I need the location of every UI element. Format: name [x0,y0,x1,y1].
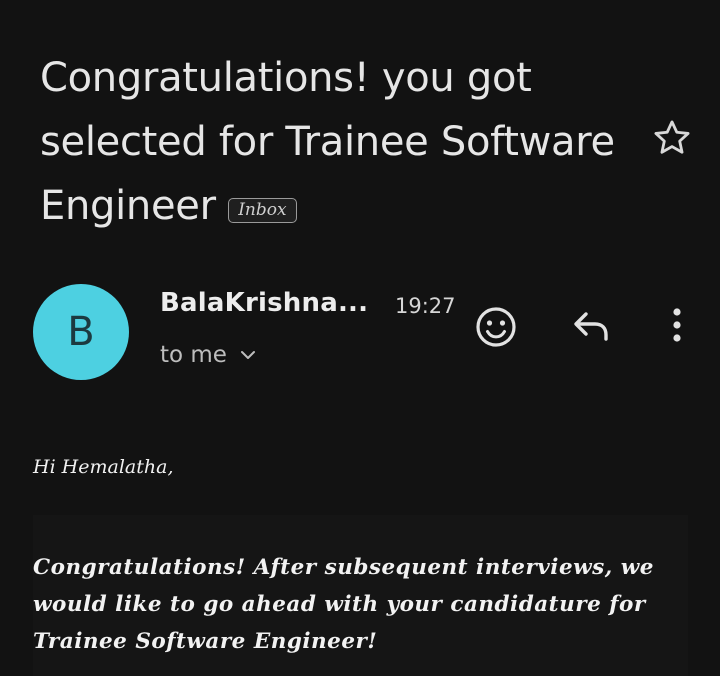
emoji-reaction-icon[interactable] [472,303,520,351]
inbox-label-chip[interactable]: Inbox [228,198,297,224]
star-icon[interactable] [651,117,693,159]
sender-name[interactable]: BalaKrishna... [160,288,368,318]
recipient-text: to me [160,342,227,368]
email-view: Congratulations! you got selected for Tr… [0,0,720,676]
reply-icon[interactable] [570,303,616,349]
email-body-text: Congratulations! After subsequent interv… [33,555,654,654]
subject-header: Congratulations! you got selected for Tr… [40,46,640,238]
more-vert-icon[interactable] [660,303,694,349]
email-subject: Congratulations! you got selected for Tr… [40,55,615,229]
sender-avatar[interactable]: B [33,284,129,380]
chevron-down-icon [240,351,255,359]
email-greeting: Hi Hemalatha, [33,456,174,478]
recipient-toggle[interactable]: to me [160,342,257,368]
email-time: 19:27 [395,294,456,318]
